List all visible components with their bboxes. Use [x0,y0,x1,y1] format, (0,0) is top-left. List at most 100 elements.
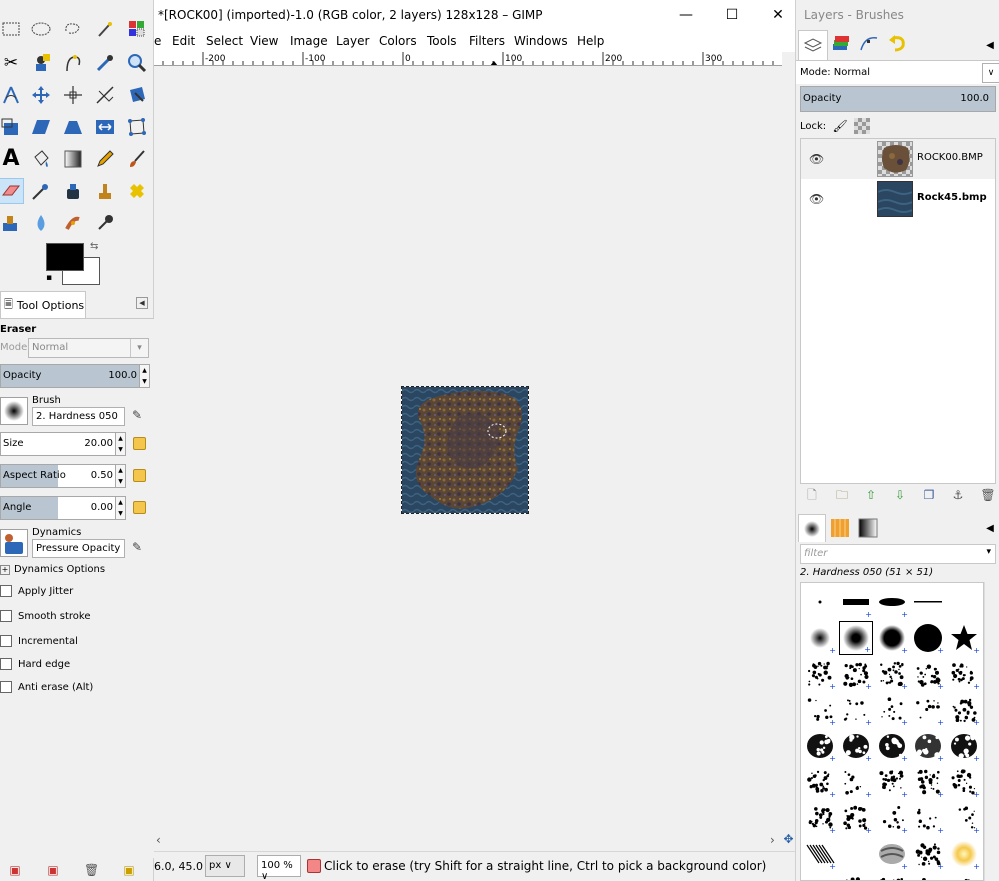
new-layer-group-icon[interactable]: 🗀 [834,487,850,503]
dock-menu-button[interactable]: ◀ [982,30,998,60]
cage-transform-icon[interactable] [124,114,150,140]
brush-preview[interactable] [0,397,28,425]
select-by-color-icon[interactable] [124,16,150,42]
brush-cell[interactable]: + [911,621,945,655]
layer-row[interactable]: 👁 Rock45.bmp [801,179,995,219]
visibility-eye-icon[interactable]: 👁 [809,152,824,166]
brush-cell[interactable] [839,837,873,871]
save-options-icon[interactable]: ▣ [8,863,22,877]
brush-cell[interactable]: + [911,765,945,799]
menu-filters[interactable]: Filters [469,34,505,48]
brush-cell[interactable]: + [803,873,837,880]
ink-icon[interactable] [60,178,86,204]
ellipse-select-icon[interactable] [28,16,54,42]
brush-cell[interactable]: + [839,621,873,655]
brush-cell[interactable]: + [839,657,873,691]
horizontal-ruler[interactable]: -200 -100 0 100 200 300 [154,52,782,66]
aspect-ratio-spinbar[interactable]: Aspect Ratio 0.50 ▲ ▼ [0,464,126,488]
align-icon[interactable] [60,82,86,108]
brush-cell[interactable]: + [803,765,837,799]
horizontal-scrollbar[interactable]: ‹ › [154,832,782,849]
brush-cell[interactable]: + [875,657,909,691]
unit-select[interactable]: px ∨ [205,855,245,877]
color-picker-icon[interactable] [92,50,118,76]
mode-select[interactable]: Normal ▾ [28,338,149,358]
paths-icon[interactable] [60,50,86,76]
vertical-scrollbar[interactable] [782,66,795,832]
pencil-icon[interactable] [92,146,118,172]
close-button[interactable]: ✕ [766,5,790,25]
menu-layer[interactable]: Layer [336,34,369,48]
blur-icon[interactable] [28,210,54,236]
menu-file[interactable]: e [154,34,161,48]
dynamics-preview[interactable] [0,529,28,557]
reset-size-icon[interactable] [133,437,146,450]
menu-colors[interactable]: Colors [379,34,417,48]
brush-scrollbar[interactable] [984,582,996,881]
menu-windows[interactable]: Windows [514,34,568,48]
brush-cell[interactable]: + [803,657,837,691]
brush-cell[interactable]: + [803,693,837,727]
brush-cell[interactable]: + [803,621,837,655]
rotate-icon[interactable] [0,114,24,140]
tab-channels[interactable] [826,30,856,60]
edit-brush-icon[interactable]: ✎ [132,408,142,422]
checkbox[interactable] [0,635,12,647]
swap-colors-icon[interactable]: ⇆ [90,241,98,252]
new-layer-icon[interactable]: 🗋 [804,487,820,503]
delete-layer-icon[interactable]: 🗑 [980,487,996,503]
tab-brushes[interactable] [798,514,826,542]
brush-cell[interactable]: + [947,873,981,880]
flip-icon[interactable] [92,114,118,140]
opacity-spinbar[interactable]: Opacity 100.0 ▲ ▼ [0,364,150,388]
bucket-fill-icon[interactable] [28,146,54,172]
menu-tools[interactable]: Tools [427,34,457,48]
brush-cell[interactable]: + [875,873,909,880]
brush-cell[interactable]: + [911,837,945,871]
dodge-burn-icon[interactable] [92,210,118,236]
reset-colors-icon[interactable]: ▪ [46,273,52,283]
reset-aspect-icon[interactable] [133,469,146,482]
eraser-icon[interactable] [0,178,24,204]
brush-cell[interactable]: + [803,837,837,871]
brush-cell[interactable]: + [839,585,873,619]
fuzzy-select-icon[interactable] [92,16,118,42]
visibility-eye-icon[interactable]: 👁 [809,192,824,206]
brush-cell[interactable]: + [947,657,981,691]
zoom-icon[interactable] [124,50,150,76]
rect-select-icon[interactable] [0,16,24,42]
tab-paths[interactable] [854,30,884,60]
brush-cell[interactable]: + [911,693,945,727]
brush-cell[interactable]: + [947,801,981,835]
shear-icon[interactable] [28,114,54,140]
maximize-button[interactable]: ☐ [720,5,744,25]
brush-cell[interactable]: + [803,801,837,835]
layer-image[interactable] [401,386,529,514]
minimize-button[interactable]: — [674,5,698,25]
canvas-area[interactable] [154,66,782,832]
brush-cell[interactable]: + [911,873,945,880]
brush-grid[interactable]: ++++++++++++++++++++++++++++++++++++++++… [800,582,984,881]
spin-arrows-icon[interactable]: ▲ ▼ [115,465,125,487]
angle-spinbar[interactable]: Angle 0.00 ▲ ▼ [0,496,126,520]
brush-cell[interactable]: + [839,693,873,727]
anti-erase-check[interactable]: Anti erase (Alt) [0,681,93,693]
dynamics-entry[interactable]: Pressure Opacity [32,539,125,558]
clone-icon[interactable] [92,178,118,204]
brush-filter-input[interactable]: filter ▾ [800,544,996,564]
brush-cell[interactable] [803,585,837,619]
free-select-icon[interactable] [60,16,86,42]
menu-select[interactable]: Select [206,34,243,48]
brush-cell[interactable] [947,585,981,619]
brush-cell[interactable]: + [875,693,909,727]
tab-menu-button[interactable]: ◀ [136,297,148,309]
menu-image[interactable]: Image [290,34,328,48]
brush-cell[interactable]: + [947,621,981,655]
duplicate-layer-icon[interactable]: ❐ [921,487,937,503]
brush-cell[interactable]: + [875,621,909,655]
brush-cell[interactable]: + [911,801,945,835]
spin-arrows-icon[interactable]: ▲ ▼ [139,365,149,387]
size-spinbar[interactable]: Size 20.00 ▲ ▼ [0,432,126,456]
lock-pixels-icon[interactable]: 🖌 [832,118,848,134]
layer-mode-select[interactable]: Mode: Normal ∨ [796,60,999,84]
